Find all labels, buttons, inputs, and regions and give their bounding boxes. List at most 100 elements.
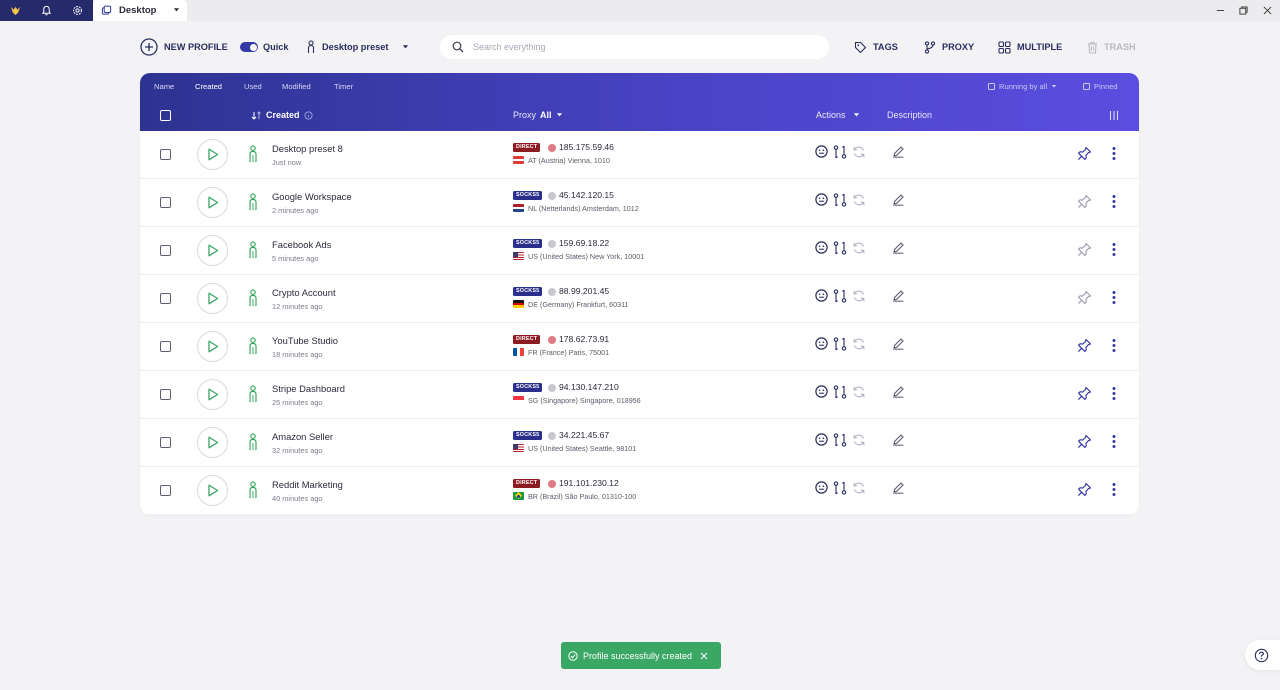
logo-icon[interactable] [0,0,31,21]
col-proxy[interactable]: Proxy All [513,110,563,120]
edit-icon[interactable] [892,241,905,254]
proxy-change-icon[interactable] [833,193,847,207]
pin-icon[interactable] [1077,146,1092,166]
profile-name[interactable]: Google Workspace [272,191,352,202]
help-button[interactable] [1245,640,1280,670]
play-button[interactable] [197,139,228,170]
running-by-all-filter[interactable]: Running by all [988,82,1057,91]
proxy-change-icon[interactable] [833,241,847,255]
table-row[interactable]: Desktop preset 8 Just now DIRECT 185.175… [140,131,1139,179]
refresh-icon[interactable] [852,193,866,207]
more-options-icon[interactable] [1111,242,1117,262]
new-profile-button[interactable]: NEW PROFILE [140,34,228,60]
close-button[interactable] [1254,0,1280,21]
table-row[interactable]: YouTube Studio 18 minutes ago DIRECT 178… [140,323,1139,371]
col-actions[interactable]: Actions [816,110,860,120]
proxy-ip[interactable]: 185.175.59.46 [559,142,614,152]
sort-tab-name[interactable]: Name [154,82,174,91]
proxy-change-icon[interactable] [833,481,847,495]
search-bar[interactable] [440,35,829,59]
cookie-icon[interactable] [815,481,828,494]
columns-settings[interactable] [1109,110,1119,121]
edit-icon[interactable] [892,145,905,158]
row-checkbox[interactable] [160,149,171,160]
pin-icon[interactable] [1077,482,1092,502]
refresh-icon[interactable] [852,337,866,351]
chevron-down-icon[interactable] [173,7,180,13]
settings-icon[interactable] [62,0,93,21]
profile-name[interactable]: Reddit Marketing [272,479,343,490]
sort-tab-used[interactable]: Used [244,82,262,91]
sort-tab-timer[interactable]: Timer [334,82,353,91]
table-row[interactable]: Reddit Marketing 40 minutes ago DIRECT 1… [140,467,1139,515]
proxy-change-icon[interactable] [833,433,847,447]
profile-name[interactable]: Crypto Account [272,287,336,298]
toggle-switch[interactable] [240,42,258,52]
edit-icon[interactable] [892,337,905,350]
table-row[interactable]: Amazon Seller 32 minutes ago SOCKS5 34.2… [140,419,1139,467]
row-checkbox[interactable] [160,293,171,304]
profile-name[interactable]: Facebook Ads [272,239,331,250]
pinned-checkbox[interactable] [1083,83,1090,90]
pin-icon[interactable] [1077,434,1092,454]
tags-button[interactable]: TAGS [854,34,898,60]
row-checkbox[interactable] [160,245,171,256]
edit-icon[interactable] [892,385,905,398]
cookie-icon[interactable] [815,337,828,350]
row-checkbox[interactable] [160,197,171,208]
more-options-icon[interactable] [1111,386,1117,406]
proxy-change-icon[interactable] [833,337,847,351]
quick-toggle[interactable]: Quick [240,34,289,60]
preset-select[interactable]: Desktop preset [306,34,409,60]
play-button[interactable] [197,283,228,314]
pin-icon[interactable] [1077,338,1092,358]
proxy-ip[interactable]: 159.69.18.22 [559,238,609,248]
edit-icon[interactable] [892,481,905,494]
pin-icon[interactable] [1077,242,1092,262]
refresh-icon[interactable] [852,145,866,159]
bell-icon[interactable] [31,0,62,21]
refresh-icon[interactable] [852,481,866,495]
cookie-icon[interactable] [815,385,828,398]
more-options-icon[interactable] [1111,290,1117,310]
tab-desktop[interactable]: Desktop [93,0,187,21]
proxy-change-icon[interactable] [833,145,847,159]
running-checkbox[interactable] [988,83,995,90]
play-button[interactable] [197,379,228,410]
refresh-icon[interactable] [852,433,866,447]
more-options-icon[interactable] [1111,482,1117,502]
cookie-icon[interactable] [815,145,828,158]
play-button[interactable] [197,427,228,458]
multiple-button[interactable]: MULTIPLE [998,34,1062,60]
row-checkbox[interactable] [160,389,171,400]
search-input[interactable] [473,42,813,52]
edit-icon[interactable] [892,433,905,446]
col-description[interactable]: Description [887,110,932,120]
table-row[interactable]: Stripe Dashboard 25 minutes ago SOCKS5 9… [140,371,1139,419]
proxy-ip[interactable]: 191.101.230.12 [559,478,619,488]
more-options-icon[interactable] [1111,146,1117,166]
edit-icon[interactable] [892,289,905,302]
cookie-icon[interactable] [815,241,828,254]
profile-name[interactable]: Amazon Seller [272,431,333,442]
play-button[interactable] [197,331,228,362]
proxy-button[interactable]: PROXY [924,34,974,60]
refresh-icon[interactable] [852,241,866,255]
proxy-ip[interactable]: 88.99.201.45 [559,286,609,296]
row-checkbox[interactable] [160,437,171,448]
proxy-ip[interactable]: 45.142.120.15 [559,190,614,200]
cookie-icon[interactable] [815,289,828,302]
col-proxy-filter[interactable]: All [540,110,552,120]
trash-button[interactable]: TRASH [1087,34,1136,60]
restore-button[interactable] [1230,0,1256,21]
play-button[interactable] [197,235,228,266]
more-options-icon[interactable] [1111,194,1117,214]
pin-icon[interactable] [1077,386,1092,406]
refresh-icon[interactable] [852,289,866,303]
sort-tab-created[interactable]: Created [195,82,222,91]
toast-close-icon[interactable] [700,652,708,660]
cookie-icon[interactable] [815,433,828,446]
sort-tab-modified[interactable]: Modified [282,82,311,91]
proxy-change-icon[interactable] [833,289,847,303]
table-row[interactable]: Crypto Account 12 minutes ago SOCKS5 88.… [140,275,1139,323]
